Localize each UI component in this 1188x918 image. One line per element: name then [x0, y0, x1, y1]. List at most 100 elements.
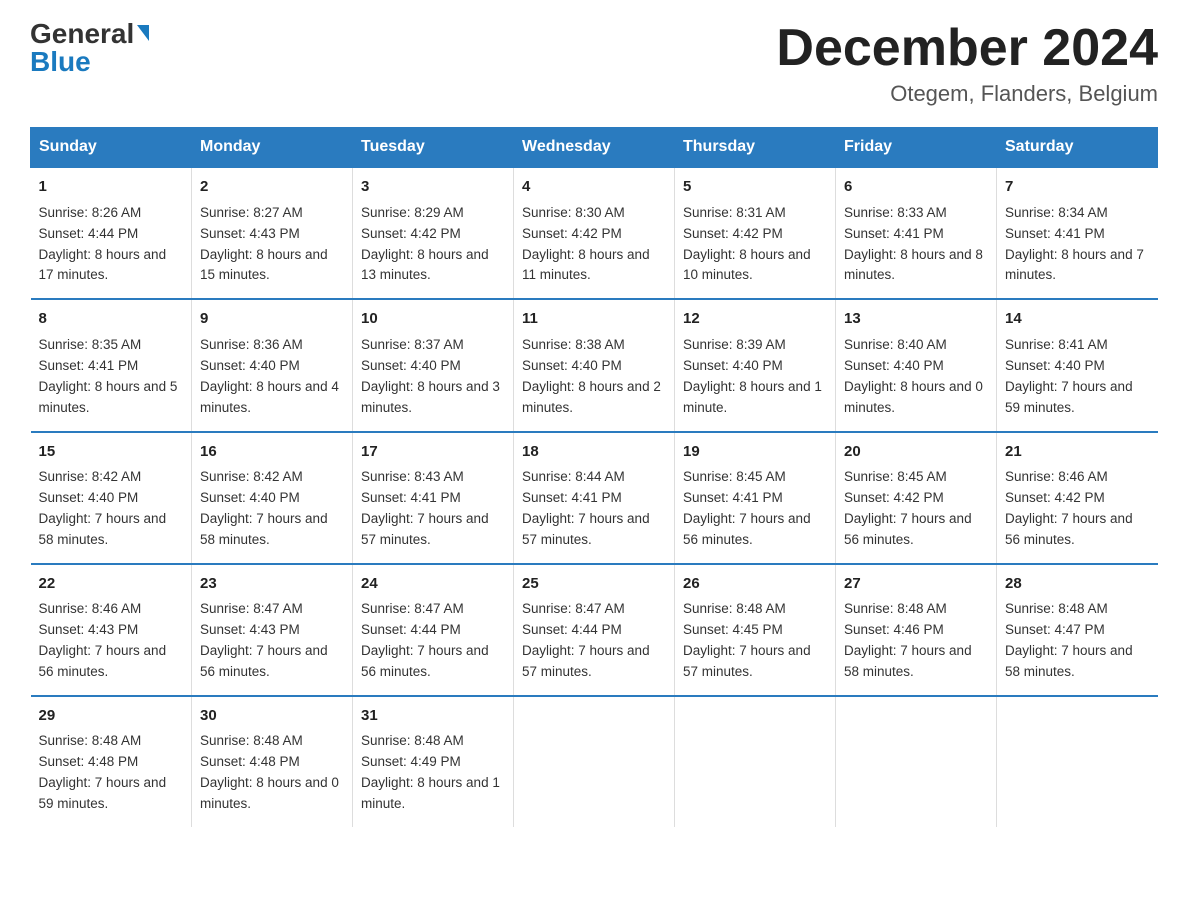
logo-blue-text: Blue — [30, 48, 91, 76]
day-number: 13 — [844, 308, 988, 331]
day-number: 5 — [683, 176, 827, 199]
day-info: Sunrise: 8:31 AMSunset: 4:42 PMDaylight:… — [683, 203, 827, 287]
table-row — [836, 696, 997, 827]
logo-triangle-icon — [137, 25, 149, 41]
calendar-week-row: 15Sunrise: 8:42 AMSunset: 4:40 PMDayligh… — [31, 432, 1158, 564]
day-info: Sunrise: 8:48 AMSunset: 4:48 PMDaylight:… — [39, 731, 184, 815]
day-info: Sunrise: 8:43 AMSunset: 4:41 PMDaylight:… — [361, 467, 505, 551]
day-number: 4 — [522, 176, 666, 199]
day-number: 11 — [522, 308, 666, 331]
day-number: 31 — [361, 705, 505, 728]
day-info: Sunrise: 8:35 AMSunset: 4:41 PMDaylight:… — [39, 335, 184, 419]
table-row: 16Sunrise: 8:42 AMSunset: 4:40 PMDayligh… — [192, 432, 353, 564]
day-info: Sunrise: 8:39 AMSunset: 4:40 PMDaylight:… — [683, 335, 827, 419]
day-number: 12 — [683, 308, 827, 331]
day-number: 2 — [200, 176, 344, 199]
day-info: Sunrise: 8:40 AMSunset: 4:40 PMDaylight:… — [844, 335, 988, 419]
day-number: 22 — [39, 573, 184, 596]
day-number: 23 — [200, 573, 344, 596]
col-tuesday: Tuesday — [353, 128, 514, 168]
col-monday: Monday — [192, 128, 353, 168]
day-info: Sunrise: 8:29 AMSunset: 4:42 PMDaylight:… — [361, 203, 505, 287]
calendar-week-row: 22Sunrise: 8:46 AMSunset: 4:43 PMDayligh… — [31, 564, 1158, 696]
table-row: 5 Sunrise: 8:31 AMSunset: 4:42 PMDaylight… — [675, 167, 836, 299]
table-row: 14 Sunrise: 8:41 AMSunset: 4:40 PMDayligh… — [997, 299, 1158, 431]
day-info: Sunrise: 8:42 AMSunset: 4:40 PMDaylight:… — [39, 467, 184, 551]
day-info: Sunrise: 8:45 AMSunset: 4:42 PMDaylight:… — [844, 467, 988, 551]
table-row: 9 Sunrise: 8:36 AMSunset: 4:40 PMDaylight… — [192, 299, 353, 431]
day-number: 8 — [39, 308, 184, 331]
calendar-body: 1 Sunrise: 8:26 AMSunset: 4:44 PMDaylight… — [31, 167, 1158, 827]
day-number: 25 — [522, 573, 666, 596]
table-row: 27 Sunrise: 8:48 AMSunset: 4:46 PMDayligh… — [836, 564, 997, 696]
table-row: 19 Sunrise: 8:45 AMSunset: 4:41 PMDayligh… — [675, 432, 836, 564]
day-number: 17 — [361, 441, 505, 464]
logo: General Blue — [30, 20, 149, 76]
day-info: Sunrise: 8:48 AMSunset: 4:47 PMDaylight:… — [1005, 599, 1150, 683]
day-number: 18 — [522, 441, 666, 464]
day-info: Sunrise: 8:37 AMSunset: 4:40 PMDaylight:… — [361, 335, 505, 419]
table-row: 13 Sunrise: 8:40 AMSunset: 4:40 PMDayligh… — [836, 299, 997, 431]
day-info: Sunrise: 8:44 AMSunset: 4:41 PMDaylight:… — [522, 467, 666, 551]
day-number: 19 — [683, 441, 827, 464]
location-subtitle: Otegem, Flanders, Belgium — [776, 81, 1158, 107]
header-row: Sunday Monday Tuesday Wednesday Thursday… — [31, 128, 1158, 168]
day-number: 21 — [1005, 441, 1150, 464]
table-row: 7 Sunrise: 8:34 AMSunset: 4:41 PMDaylight… — [997, 167, 1158, 299]
day-number: 29 — [39, 705, 184, 728]
day-number: 7 — [1005, 176, 1150, 199]
table-row — [514, 696, 675, 827]
logo-general-text: General — [30, 20, 134, 48]
day-info: Sunrise: 8:34 AMSunset: 4:41 PMDaylight:… — [1005, 203, 1150, 287]
day-info: Sunrise: 8:26 AMSunset: 4:44 PMDaylight:… — [39, 203, 184, 287]
table-row: 28 Sunrise: 8:48 AMSunset: 4:47 PMDayligh… — [997, 564, 1158, 696]
table-row: 18 Sunrise: 8:44 AMSunset: 4:41 PMDayligh… — [514, 432, 675, 564]
day-number: 1 — [39, 176, 184, 199]
day-number: 6 — [844, 176, 988, 199]
day-info: Sunrise: 8:48 AMSunset: 4:48 PMDaylight:… — [200, 731, 344, 815]
month-year-title: December 2024 — [776, 20, 1158, 77]
table-row: 8 Sunrise: 8:35 AMSunset: 4:41 PMDaylight… — [31, 299, 192, 431]
table-row: 24Sunrise: 8:47 AMSunset: 4:44 PMDayligh… — [353, 564, 514, 696]
day-number: 28 — [1005, 573, 1150, 596]
table-row: 20Sunrise: 8:45 AMSunset: 4:42 PMDayligh… — [836, 432, 997, 564]
day-info: Sunrise: 8:47 AMSunset: 4:43 PMDaylight:… — [200, 599, 344, 683]
table-row: 12 Sunrise: 8:39 AMSunset: 4:40 PMDayligh… — [675, 299, 836, 431]
day-info: Sunrise: 8:33 AMSunset: 4:41 PMDaylight:… — [844, 203, 988, 287]
day-number: 27 — [844, 573, 988, 596]
table-row: 15Sunrise: 8:42 AMSunset: 4:40 PMDayligh… — [31, 432, 192, 564]
table-row: 29 Sunrise: 8:48 AMSunset: 4:48 PMDayligh… — [31, 696, 192, 827]
calendar-week-row: 1 Sunrise: 8:26 AMSunset: 4:44 PMDaylight… — [31, 167, 1158, 299]
table-row: 2Sunrise: 8:27 AMSunset: 4:43 PMDaylight… — [192, 167, 353, 299]
col-sunday: Sunday — [31, 128, 192, 168]
table-row: 31 Sunrise: 8:48 AMSunset: 4:49 PMDayligh… — [353, 696, 514, 827]
table-row: 3Sunrise: 8:29 AMSunset: 4:42 PMDaylight… — [353, 167, 514, 299]
day-number: 16 — [200, 441, 344, 464]
table-row: 30 Sunrise: 8:48 AMSunset: 4:48 PMDayligh… — [192, 696, 353, 827]
day-info: Sunrise: 8:48 AMSunset: 4:46 PMDaylight:… — [844, 599, 988, 683]
page-header: General Blue December 2024 Otegem, Fland… — [30, 20, 1158, 107]
table-row: 23 Sunrise: 8:47 AMSunset: 4:43 PMDayligh… — [192, 564, 353, 696]
day-info: Sunrise: 8:47 AMSunset: 4:44 PMDaylight:… — [361, 599, 505, 683]
day-number: 14 — [1005, 308, 1150, 331]
table-row: 1 Sunrise: 8:26 AMSunset: 4:44 PMDaylight… — [31, 167, 192, 299]
day-number: 30 — [200, 705, 344, 728]
table-row — [997, 696, 1158, 827]
table-row: 22Sunrise: 8:46 AMSunset: 4:43 PMDayligh… — [31, 564, 192, 696]
table-row — [675, 696, 836, 827]
table-row: 17 Sunrise: 8:43 AMSunset: 4:41 PMDayligh… — [353, 432, 514, 564]
title-block: December 2024 Otegem, Flanders, Belgium — [776, 20, 1158, 107]
day-number: 10 — [361, 308, 505, 331]
calendar-table: Sunday Monday Tuesday Wednesday Thursday… — [30, 127, 1158, 827]
day-number: 9 — [200, 308, 344, 331]
day-info: Sunrise: 8:45 AMSunset: 4:41 PMDaylight:… — [683, 467, 827, 551]
calendar-week-row: 29 Sunrise: 8:48 AMSunset: 4:48 PMDayligh… — [31, 696, 1158, 827]
day-info: Sunrise: 8:41 AMSunset: 4:40 PMDaylight:… — [1005, 335, 1150, 419]
day-info: Sunrise: 8:48 AMSunset: 4:45 PMDaylight:… — [683, 599, 827, 683]
day-info: Sunrise: 8:38 AMSunset: 4:40 PMDaylight:… — [522, 335, 666, 419]
day-info: Sunrise: 8:47 AMSunset: 4:44 PMDaylight:… — [522, 599, 666, 683]
table-row: 4Sunrise: 8:30 AMSunset: 4:42 PMDaylight… — [514, 167, 675, 299]
day-info: Sunrise: 8:48 AMSunset: 4:49 PMDaylight:… — [361, 731, 505, 815]
col-thursday: Thursday — [675, 128, 836, 168]
day-info: Sunrise: 8:36 AMSunset: 4:40 PMDaylight:… — [200, 335, 344, 419]
